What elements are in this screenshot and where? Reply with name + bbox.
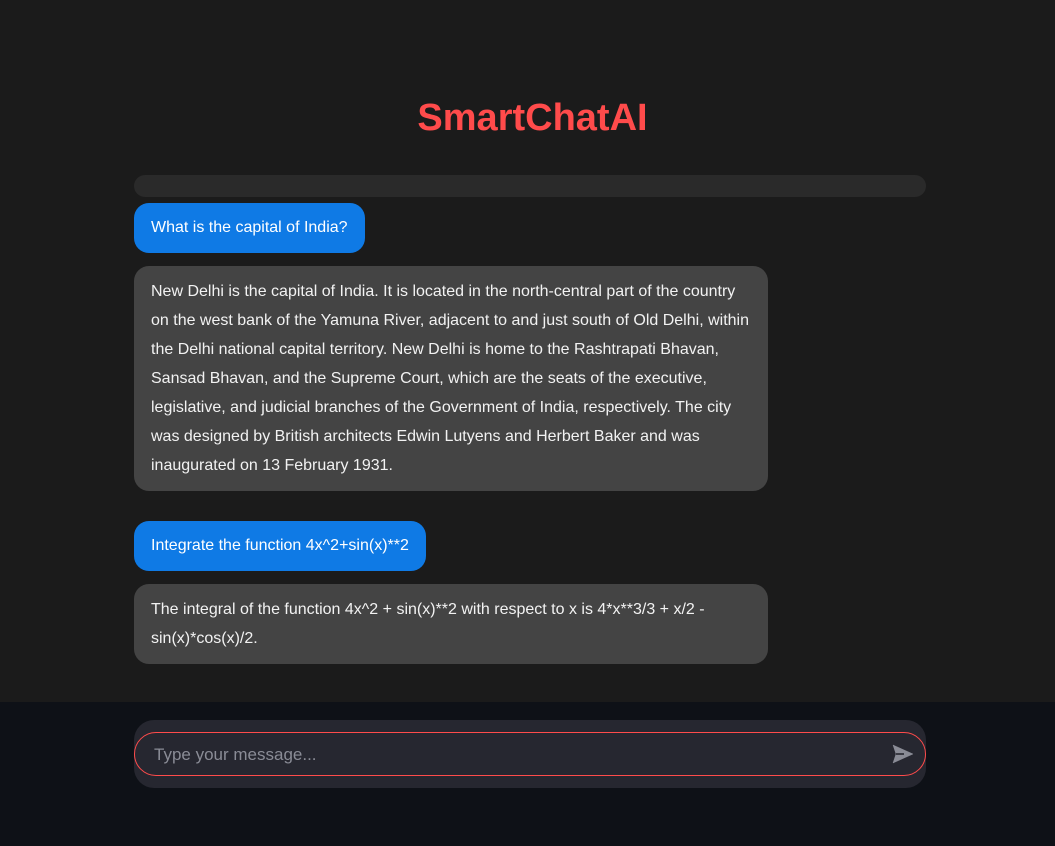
page-title: SmartChatAI xyxy=(417,97,648,139)
user-message: Integrate the function 4x^2+sin(x)**2 xyxy=(134,521,426,571)
assistant-message: New Delhi is the capital of India. It is… xyxy=(134,266,768,491)
user-message: What is the capital of India? xyxy=(134,203,365,253)
top-bar xyxy=(134,175,926,197)
assistant-message: The integral of the function 4x^2 + sin(… xyxy=(134,584,768,664)
send-icon[interactable] xyxy=(891,742,915,766)
input-area xyxy=(0,702,1055,846)
chat-input[interactable] xyxy=(152,733,876,777)
chat-input-box[interactable] xyxy=(134,732,926,777)
chat-input-container xyxy=(134,720,926,788)
chat-app: SmartChatAI What is the capital of India… xyxy=(0,0,1055,846)
chat-history: What is the capital of India? New Delhi … xyxy=(134,203,926,664)
